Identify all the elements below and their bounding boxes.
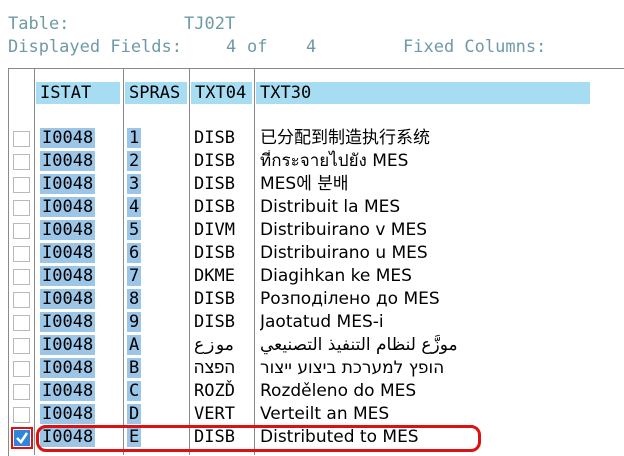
spras-cell[interactable]: B [127,358,142,378]
txt04-cell[interactable]: הפצה [194,357,252,380]
row-checkbox-checked-icon[interactable] [11,427,33,449]
istat-cell[interactable]: I0048 [40,151,96,171]
row-checkbox[interactable] [13,315,30,331]
txt04-cell[interactable]: DISB [194,242,252,265]
istat-cell[interactable]: I0048 [40,404,96,424]
table-row[interactable]: I0048 6 DISB Distribuirano u MES [0,242,624,265]
row-checkbox[interactable] [13,292,30,308]
table-row[interactable]: I0048 1 DISB 已分配到制造执行系统 [0,127,624,150]
txt30-cell[interactable]: Rozděleno do MES [260,380,624,403]
istat-cell[interactable]: I0048 [40,289,96,309]
txt30-cell[interactable]: Distribuit la MES [260,196,624,219]
table-row[interactable]: I0048 7 DKME Diagihkan ke MES [0,265,624,288]
spras-cell[interactable]: D [127,404,142,424]
txt30-cell[interactable]: Distribuirano v MES [260,219,624,242]
txt30-cell[interactable]: Розподілено до MES [260,288,624,311]
row-checkbox[interactable] [13,384,30,400]
spras-cell[interactable]: 4 [127,197,142,217]
istat-cell[interactable]: I0048 [40,312,96,332]
row-checkbox[interactable] [13,338,30,354]
spras-cell[interactable]: 8 [127,289,142,309]
row-checkbox[interactable] [13,269,30,285]
spras-cell[interactable]: 5 [127,220,142,240]
txt04-cell[interactable]: موزع [194,334,252,357]
column-header-spras[interactable]: SPRAS [125,82,187,104]
txt30-cell[interactable]: ที่กระจายไปยัง MES [260,150,624,173]
txt04-cell[interactable]: DISB [194,196,252,219]
spras-cell[interactable]: A [127,335,142,355]
txt30-cell[interactable]: موزَّع لنظام التنفيذ التصنيعي [260,334,624,357]
istat-cell[interactable]: I0048 [40,128,96,148]
table-row[interactable]: I0048 4 DISB Distribuit la MES [0,196,624,219]
spras-cell[interactable]: 9 [127,312,142,332]
of-label: of [247,37,268,57]
txt30-cell[interactable]: Verteilt an MES [260,403,624,426]
total-count: 4 [306,37,317,57]
table-row[interactable]: I0048 2 DISB ที่กระจายไปยัง MES [0,150,624,173]
table-row[interactable]: I0048 5 DIVM Distribuirano v MES [0,219,624,242]
istat-cell[interactable]: I0048 [40,381,96,401]
spras-cell[interactable]: 1 [127,128,142,148]
txt30-cell[interactable]: Diagihkan ke MES [260,265,624,288]
fixed-columns-label: Fixed Columns: [403,37,547,57]
row-checkbox[interactable] [13,200,30,216]
row-checkbox[interactable] [13,246,30,262]
table-row[interactable]: I0048 B הפצה הופץ למערכת ביצוע ייצור [0,357,624,380]
txt04-cell[interactable]: DISB [194,311,252,334]
spras-cell[interactable]: 3 [127,174,142,194]
column-header-txt30[interactable]: TXT30 [256,82,590,104]
row-checkbox[interactable] [13,131,30,147]
txt30-cell[interactable]: 已分配到制造执行系统 [260,127,624,150]
displayed-count: 4 [226,37,237,57]
istat-cell[interactable]: I0048 [40,174,96,194]
table-row[interactable]: I0048 C ROZĎ Rozděleno do MES [0,380,624,403]
highlight-outline [36,425,481,452]
table-row[interactable]: I0048 A موزع موزَّع لنظام التنفيذ التصنيعي [0,334,624,357]
table-row[interactable]: I0048 8 DISB Розподілено до MES [0,288,624,311]
row-checkbox[interactable] [13,361,30,377]
row-checkbox[interactable] [13,407,30,423]
table-row[interactable]: I0048 9 DISB Jaotatud MES-i [0,311,624,334]
istat-cell[interactable]: I0048 [40,220,96,240]
txt04-cell[interactable]: ROZĎ [194,380,252,403]
istat-cell[interactable]: I0048 [40,197,96,217]
txt04-cell[interactable]: VERT [194,403,252,426]
displayed-fields-label: Displayed Fields: [8,37,182,57]
txt30-cell[interactable]: MES에 분배 [260,173,624,196]
txt30-cell[interactable]: Distribuirano u MES [260,242,624,265]
txt04-cell[interactable]: DKME [194,265,252,288]
txt04-cell[interactable]: DISB [194,127,252,150]
column-header-txt04[interactable]: TXT04 [191,82,252,104]
column-header-istat[interactable]: ISTAT [36,82,120,104]
istat-cell[interactable]: I0048 [40,266,96,286]
table-row[interactable]: I0048 3 DISB MES에 분배 [0,173,624,196]
spras-cell[interactable]: 7 [127,266,142,286]
row-checkbox[interactable] [13,177,30,193]
istat-cell[interactable]: I0048 [40,335,96,355]
istat-cell[interactable]: I0048 [40,358,96,378]
txt04-cell[interactable]: DIVM [194,219,252,242]
txt04-cell[interactable]: DISB [194,173,252,196]
table-label: Table: [8,14,70,34]
txt30-cell[interactable]: Jaotatud MES-i [260,311,624,334]
row-checkbox[interactable] [13,154,30,170]
table-row[interactable]: I0048 D VERT Verteilt an MES [0,403,624,426]
txt30-cell[interactable]: הופץ למערכת ביצוע ייצור [260,357,624,380]
spras-cell[interactable]: 2 [127,151,142,171]
txt04-cell[interactable]: DISB [194,288,252,311]
istat-cell[interactable]: I0048 [40,243,96,263]
spras-cell[interactable]: 6 [127,243,142,263]
txt04-cell[interactable]: DISB [194,150,252,173]
table-name: TJ02T [184,14,236,34]
spras-cell[interactable]: C [127,381,142,401]
row-checkbox[interactable] [13,223,30,239]
